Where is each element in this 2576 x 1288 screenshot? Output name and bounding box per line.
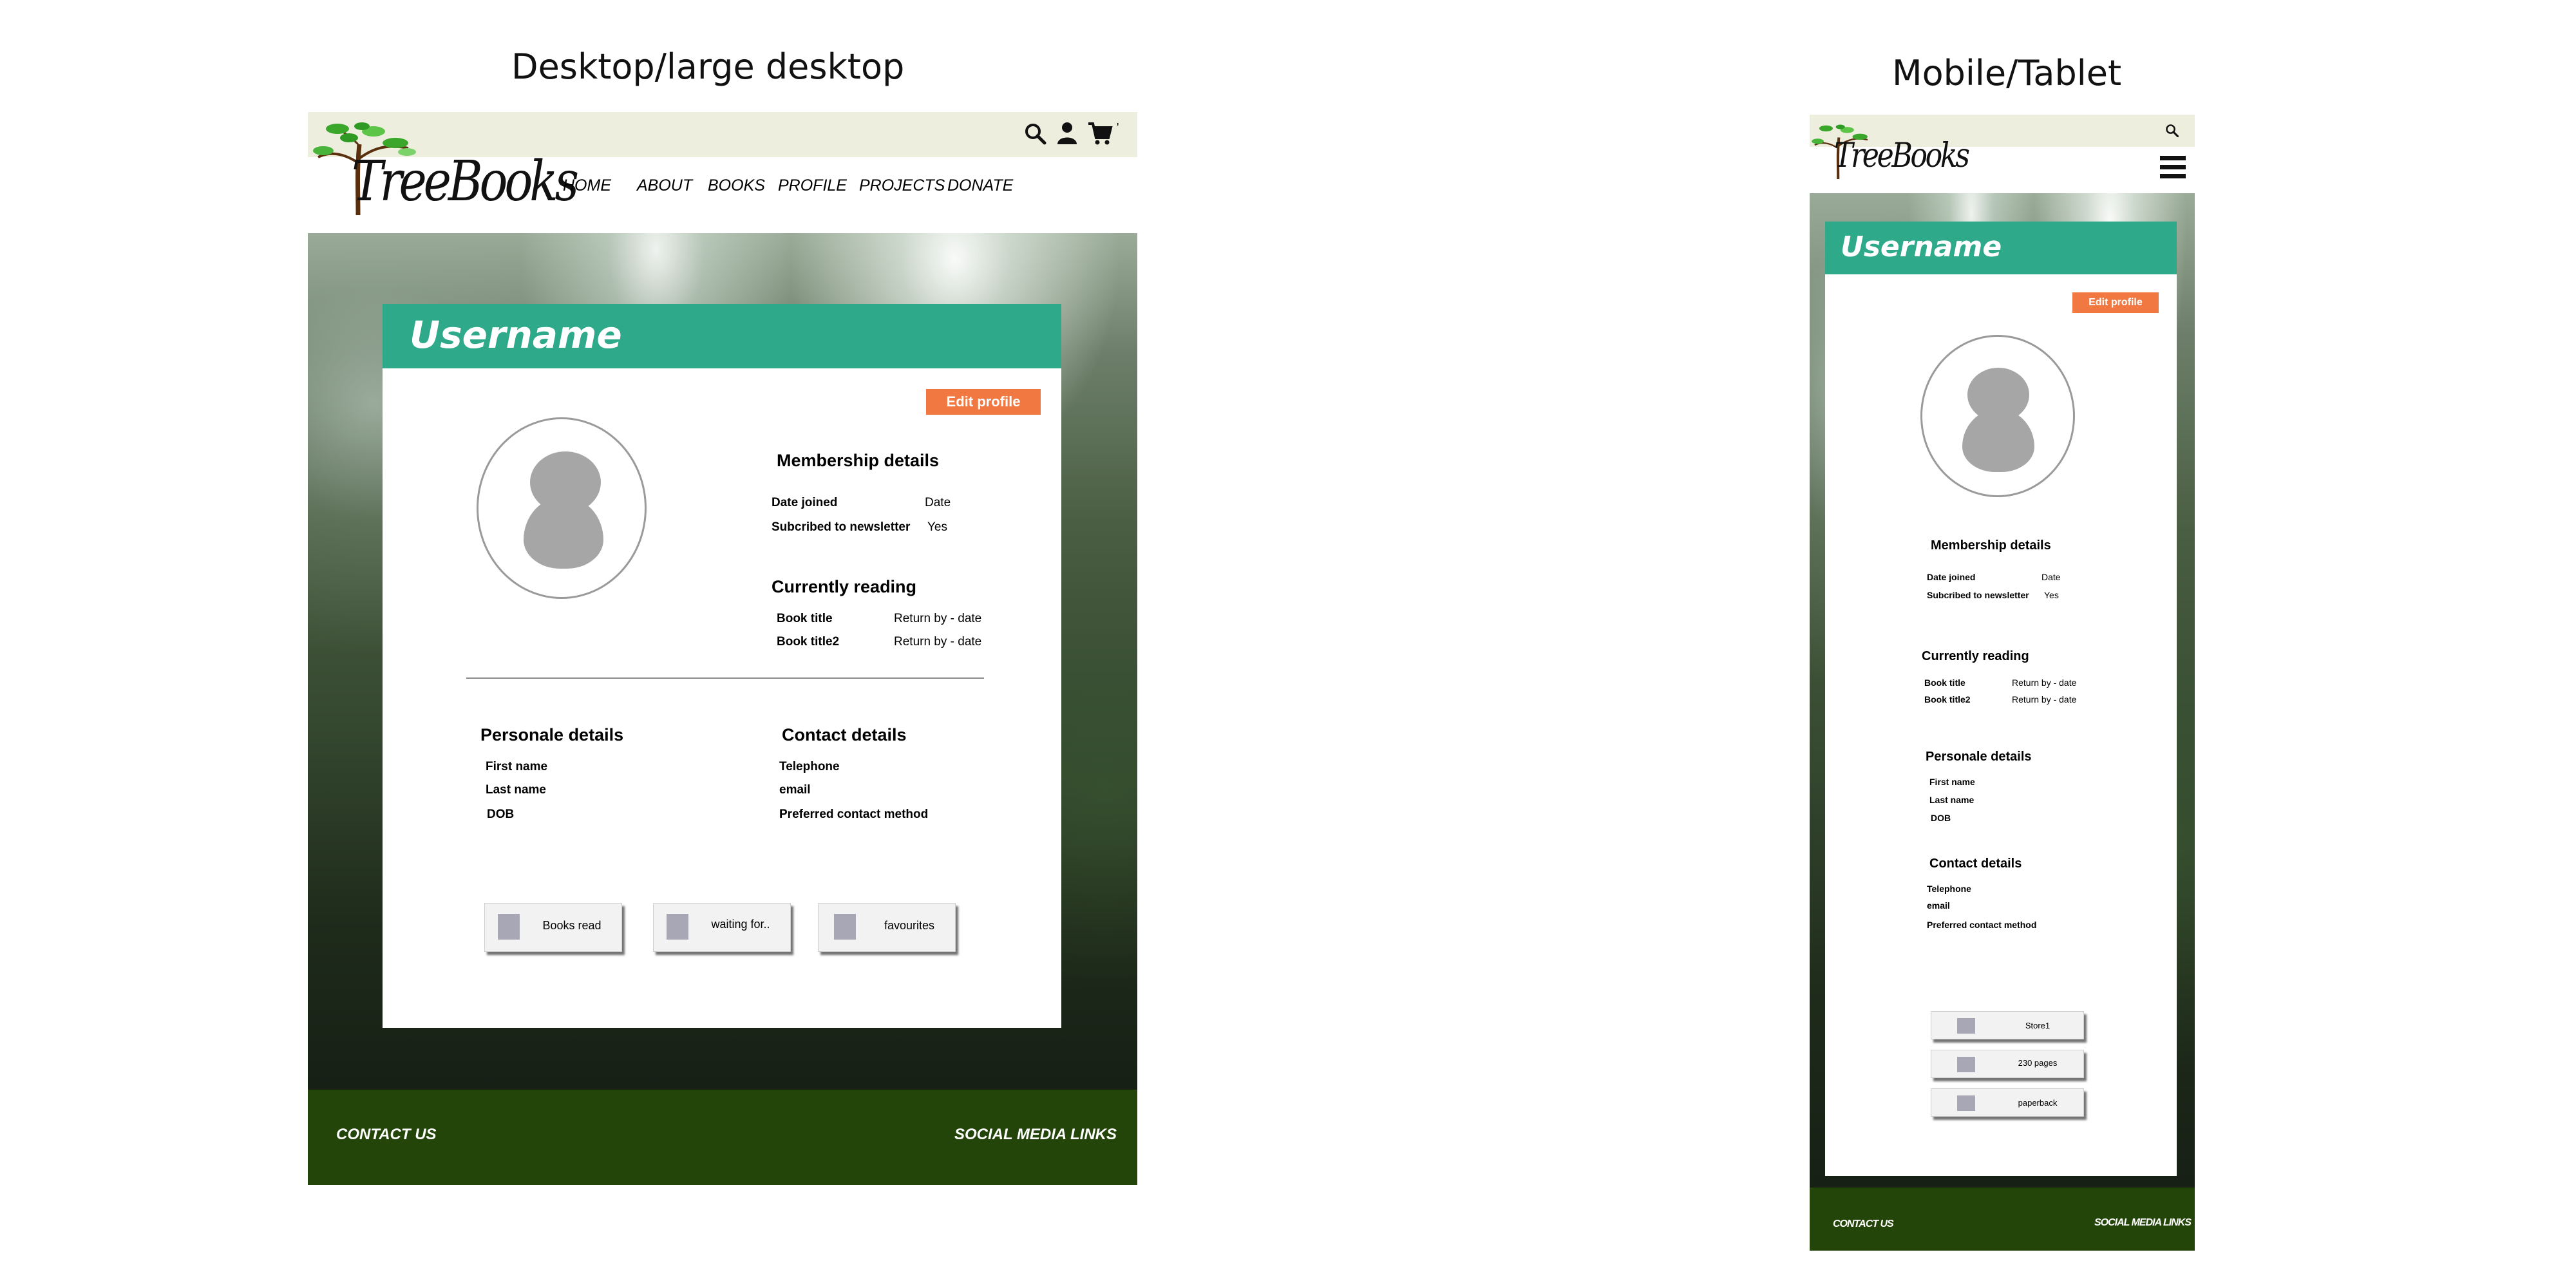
list-thumbnail <box>498 914 520 940</box>
edit-profile-button[interactable]: Edit profile <box>2072 292 2159 313</box>
reading-return-date: Return by - date <box>2012 677 2077 688</box>
membership-label: Subcribed to newsletter <box>772 520 911 534</box>
search-icon[interactable] <box>1024 122 1047 146</box>
list-label: paperback <box>2018 1098 2058 1108</box>
list-thumbnail <box>834 914 856 940</box>
list-thumbnail <box>1957 1095 1975 1111</box>
list-thumbnail <box>1957 1057 1975 1072</box>
nav-home[interactable]: HOME <box>563 176 611 195</box>
user-icon[interactable] <box>1056 121 1078 146</box>
reading-title: Currently reading <box>772 577 917 596</box>
membership-value: Date <box>925 496 951 509</box>
favourites-button[interactable]: favourites <box>818 903 956 952</box>
cart-icon[interactable] <box>1087 121 1113 147</box>
list-thumbnail <box>667 914 688 940</box>
mobile-mockup: TreeBooks Username Edit profile Membersh… <box>1810 115 2195 1251</box>
main-nav: HOME ABOUT BOOKS PROFILE PROJECTS DONATE <box>563 176 1078 198</box>
profile-header: Username <box>383 304 1061 368</box>
pages-button[interactable]: 230 pages <box>1931 1050 2084 1078</box>
profile-card: Username Edit profile Membership details… <box>383 304 1061 1028</box>
list-label: Books read <box>542 919 601 932</box>
username-title: Username <box>1841 231 2002 263</box>
search-icon[interactable] <box>2165 124 2179 138</box>
brand-wordmark: TreeBooks <box>1834 137 1970 175</box>
personal-field: First name <box>486 760 548 773</box>
reading-return-date: Return by - date <box>2012 694 2077 705</box>
reading-book[interactable]: Book title <box>1924 677 1965 688</box>
avatar[interactable] <box>477 417 647 599</box>
contact-field: Telephone <box>1927 884 1971 894</box>
edit-profile-button[interactable]: Edit profile <box>926 389 1041 415</box>
membership-title: Membership details <box>777 451 940 470</box>
personal-field: First name <box>1929 777 1975 787</box>
footer-contact-link[interactable]: CONTACT US <box>1833 1218 1894 1230</box>
reading-title: Currently reading <box>1922 649 2029 663</box>
books-read-button[interactable]: Books read <box>484 903 622 952</box>
personal-field: DOB <box>487 808 515 821</box>
membership-value: Date <box>2041 572 2061 582</box>
list-label: waiting for.. <box>711 918 770 931</box>
nav-about[interactable]: ABOUT <box>637 176 692 195</box>
personal-field: Last name <box>486 783 546 797</box>
list-label: favourites <box>884 919 935 932</box>
hamburger-menu-icon[interactable] <box>2160 155 2186 180</box>
brand-wordmark: TreeBooks <box>352 149 579 214</box>
nav-projects[interactable]: PROJECTS <box>859 176 945 195</box>
footer: CONTACT US SOCIAL MEDIA LINKS <box>308 1090 1137 1185</box>
desktop-mockup: ' TreeBooks HOME ABOUT BOOKS PROFILE PRO… <box>308 112 1137 1185</box>
contact-field: Preferred contact method <box>1927 920 2037 930</box>
reading-book[interactable]: Book title2 <box>1924 694 1971 705</box>
mobile-section-heading: Mobile/Tablet <box>1892 53 2122 93</box>
personal-title: Personale details <box>480 725 624 744</box>
tree-logo[interactable]: TreeBooks <box>1811 118 1970 183</box>
contact-field: Preferred contact method <box>779 808 929 821</box>
avatar[interactable] <box>1920 335 2075 497</box>
membership-value: Yes <box>927 520 947 534</box>
personal-field: Last name <box>1929 795 1975 805</box>
waiting-for-button[interactable]: waiting for.. <box>653 903 791 952</box>
desktop-section-heading: Desktop/large desktop <box>511 46 905 87</box>
footer: CONTACT US SOCIAL MEDIA LINKS <box>1810 1188 2195 1251</box>
footer-social-links[interactable]: SOCIAL MEDIA LINKS <box>2094 1217 2192 1229</box>
profile-header: Username <box>1825 222 2177 274</box>
membership-value: Yes <box>2044 590 2059 600</box>
membership-title: Membership details <box>1931 538 2051 553</box>
personal-field: DOB <box>1931 813 1951 823</box>
reading-book[interactable]: Book title <box>777 612 833 626</box>
footer-social-links[interactable]: SOCIAL MEDIA LINKS <box>954 1126 1117 1144</box>
contact-field: email <box>779 783 811 797</box>
tree-logo[interactable]: TreeBooks <box>312 118 579 216</box>
contact-field: email <box>1927 900 1950 911</box>
membership-label: Date joined <box>772 496 838 509</box>
profile-card: Username Edit profile Membership details… <box>1825 222 2177 1176</box>
paperback-button[interactable]: paperback <box>1931 1088 2084 1117</box>
list-label: Store1 <box>2025 1021 2050 1030</box>
personal-title: Personale details <box>1926 750 2032 764</box>
footer-contact-link[interactable]: CONTACT US <box>336 1126 437 1144</box>
contact-title: Contact details <box>1929 857 2022 871</box>
list-label: 230 pages <box>2018 1058 2058 1068</box>
reading-return-date: Return by - date <box>894 635 982 649</box>
contact-field: Telephone <box>779 760 840 773</box>
nav-profile[interactable]: PROFILE <box>778 176 847 195</box>
reading-book[interactable]: Book title2 <box>777 635 839 649</box>
membership-label: Subcribed to newsletter <box>1927 590 2029 600</box>
nav-donate[interactable]: DONATE <box>947 176 1013 195</box>
list-thumbnail <box>1957 1018 1975 1034</box>
reading-return-date: Return by - date <box>894 612 982 625</box>
nav-books[interactable]: BOOKS <box>708 176 765 195</box>
section-divider <box>466 677 984 679</box>
membership-label: Date joined <box>1927 572 1976 582</box>
store-button[interactable]: Store1 <box>1931 1011 2084 1039</box>
cart-count: ' <box>1117 121 1119 134</box>
contact-title: Contact details <box>782 725 907 744</box>
username-title: Username <box>410 313 622 357</box>
